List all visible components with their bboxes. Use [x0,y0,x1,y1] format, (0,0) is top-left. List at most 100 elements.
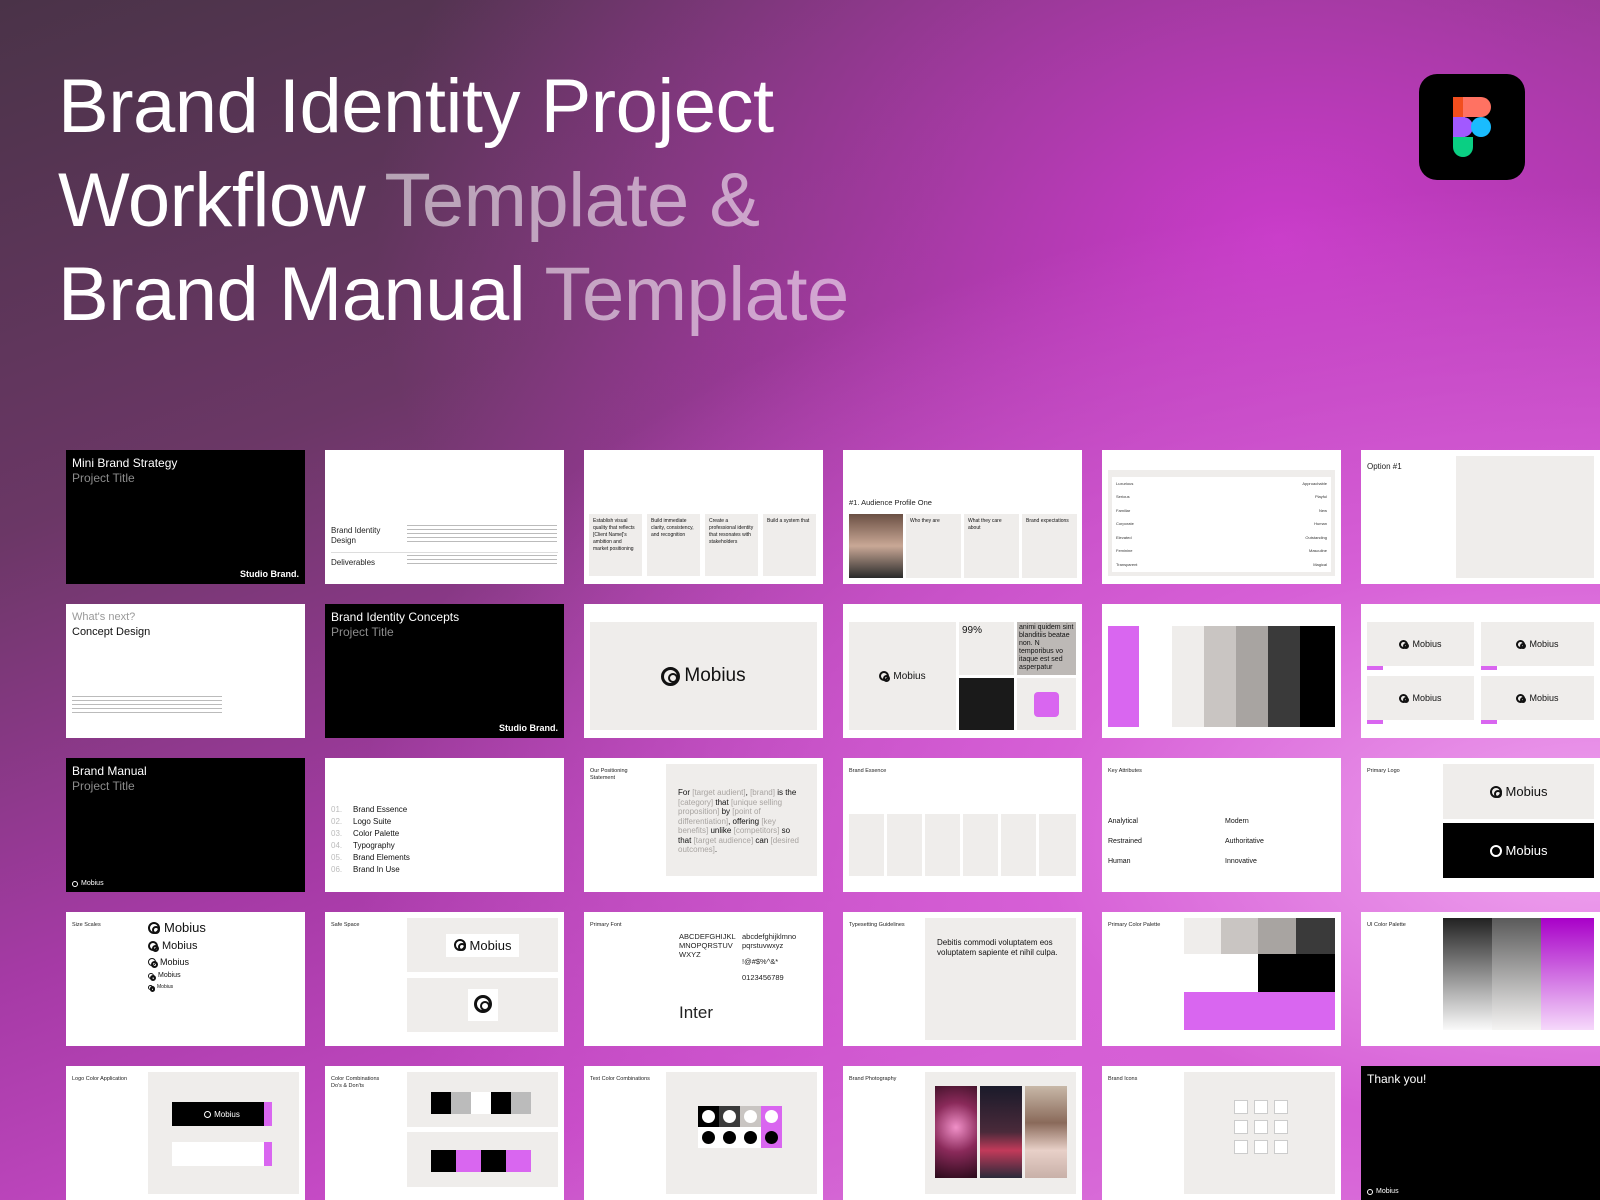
slide-brand-manual[interactable]: Brand Manual Project Title Mobius [66,758,305,892]
slide-color-combinations[interactable]: Color Combinations Do's & Don'ts [325,1066,564,1200]
slide-brand-identity-concepts[interactable]: Brand Identity Concepts Project Title St… [325,604,564,738]
slide-logo-color-application[interactable]: Logo Color Application Mobius [66,1066,305,1200]
slide-title-block: What's next? Concept Design [72,610,150,640]
slider-left-label: Serious [1116,494,1130,500]
slider-row: Serious Playful [1112,490,1331,504]
toc-item[interactable]: 04. Typography [331,840,410,852]
attribute-label: Authoritative [1225,838,1264,845]
accent-chip [264,1102,272,1126]
slide-heading: Brand Icons [1108,1076,1138,1082]
toc-item[interactable]: 03. Color Palette [331,828,410,840]
mobius-mark-icon [148,958,158,968]
headline-line-2-white: Workflow [58,158,385,243]
slide-concept-colors[interactable] [1102,604,1341,738]
slide-title: What's next? [72,611,136,623]
slide-project-objectives[interactable]: Establish visual quality that reflects [… [584,450,823,584]
font-lowercase: abcdefghijklmno pqrstuvwxyz [742,932,797,950]
gift-icon [1274,1120,1288,1134]
toc-item[interactable]: 06. Brand In Use [331,864,410,876]
slide-primary-font[interactable]: Primary Font ABCDEFGHIJKL MNOPQRSTUV WXY… [584,912,823,1046]
mobius-mark-icon [1489,785,1502,798]
slide-thank-you[interactable]: Thank you! Mobius [1361,1066,1600,1200]
headline-line-2-dim: Template & [384,158,760,243]
essence-card [925,814,960,876]
slider-left-label: Corporate [1116,521,1134,527]
toc-number: 03. [331,829,343,838]
slide-title-block: Brand Manual Project Title [72,764,147,794]
logo-scale-list: Mobius Mobius Mobius Mobius Mobius [148,920,206,992]
mobius-mark-icon [72,880,78,887]
slide-heading: Brand Essence [849,768,887,774]
slider-row: Corporate Human [1112,517,1331,531]
toc-number: 04. [331,841,343,850]
slide-concept-mockups[interactable]: Mobius 99% animi quidem sint blanditiis … [843,604,1082,738]
slide-positioning-statement[interactable]: Our Positioning Statement For [target au… [584,758,823,892]
mobius-logo: Mobius [148,984,206,992]
slide-heading: Primary Color Palette [1108,922,1161,928]
stmt-placeholder: [brand] [750,788,775,797]
slide-concept-logo[interactable]: Mobius [584,604,823,738]
slide-title-block: Mini Brand Strategy Project Title [72,456,177,486]
stmt-text: by [719,807,733,816]
brand-identity-design-label: Brand Identity Design [331,526,381,545]
toc-label: Brand In Use [353,865,400,874]
body-text-block [407,525,557,545]
toc-label: Brand Elements [353,853,410,862]
color-swatch [1204,626,1236,727]
toc-label: Typography [353,841,395,850]
slide-brand-sliders[interactable]: Luxurious Approachable Serious Playful Famil… [1102,450,1341,584]
slide-text-color-combinations[interactable]: Text Color Combinations [584,1066,823,1200]
attribute-label: Innovative [1225,858,1257,865]
who-they-are: Who they are [906,514,961,578]
icon-grid [1234,1100,1288,1154]
slide-primary-color-palette[interactable]: Primary Color Palette [1102,912,1341,1046]
headline: Brand Identity Project Workflow Template… [58,60,849,342]
slide-size-scales[interactable]: Size Scales Mobius Mobius Mobius Mobius … [66,912,305,1046]
deliverables-label: Deliverables [331,558,376,567]
color-strip [1367,720,1383,724]
slide-heading: Primary Font [590,922,622,928]
slide-subtitle: Project Title [72,471,135,485]
slide-primary-logo[interactable]: Primary Logo Mobius Mobius [1361,758,1600,892]
attribute-label: Analytical [1108,818,1138,825]
dot-cell [719,1106,740,1127]
color-swatch [1108,626,1139,727]
dot-cell [740,1127,761,1148]
slide-deliverables[interactable]: Brand Identity Design Deliverables [325,450,564,584]
slide-ui-color-palette[interactable]: UI Color Palette [1361,912,1600,1046]
slide-heading: Key Attributes [1108,768,1142,774]
slide-audience-profile[interactable]: #1. Audience Profile One Who they are Wh… [843,450,1082,584]
slide-typesetting[interactable]: Typesetting Guidelines Debitis commodi v… [843,912,1082,1046]
slide-key-attributes[interactable]: Key Attributes Analytical Restrained Hum… [1102,758,1341,892]
accent-chip [264,1142,272,1166]
slide-table-of-contents[interactable]: 01. Brand Essence 02. Logo Suite 03. Color Pa… [325,758,564,892]
photo-street [980,1086,1022,1178]
combo-bars [431,1092,531,1114]
slide-mini-brand-strategy[interactable]: Mini Brand Strategy Project Title Studio… [66,450,305,584]
mobius-wordmark: Mobius [81,880,104,887]
headline-line-3: Brand Manual Template [58,248,849,342]
slide-safe-space[interactable]: Safe Space Mobius [325,912,564,1046]
dot-cell [740,1106,761,1127]
stmt-text: . [714,845,718,854]
slide-brand-icons[interactable]: Brand Icons [1102,1066,1341,1200]
toc-item[interactable]: 01. Brand Essence [331,804,410,816]
toc-item[interactable]: 05. Brand Elements [331,852,410,864]
mobius-mark-icon [473,995,492,1013]
slide-title-block: Brand Identity Concepts Project Title [331,610,459,640]
slide-title: Brand Identity Concepts [331,610,460,624]
slide-option-1[interactable]: Option #1 [1361,450,1600,584]
slide-brand-photography[interactable]: Brand Photography [843,1066,1082,1200]
slide-concept-variants[interactable]: Mobius Mobius Mobius Mobius [1361,604,1600,738]
photo-firework [935,1086,977,1178]
slider-right-label: Masculine [1308,548,1327,554]
slide-brand-essence[interactable]: Brand Essence [843,758,1082,892]
image-icon [1274,1100,1288,1114]
attribute-label: Modern [1225,818,1249,825]
logo-variant: Mobius [1481,676,1594,720]
slide-title: Thank you! [1367,1072,1427,1086]
studio-brand-label: Studio Brand. [499,723,558,733]
sample-heading: Debitis commodi voluptatem eos voluptate… [937,938,1058,957]
slide-whats-next[interactable]: What's next? Concept Design [66,604,305,738]
toc-item[interactable]: 02. Logo Suite [331,816,410,828]
